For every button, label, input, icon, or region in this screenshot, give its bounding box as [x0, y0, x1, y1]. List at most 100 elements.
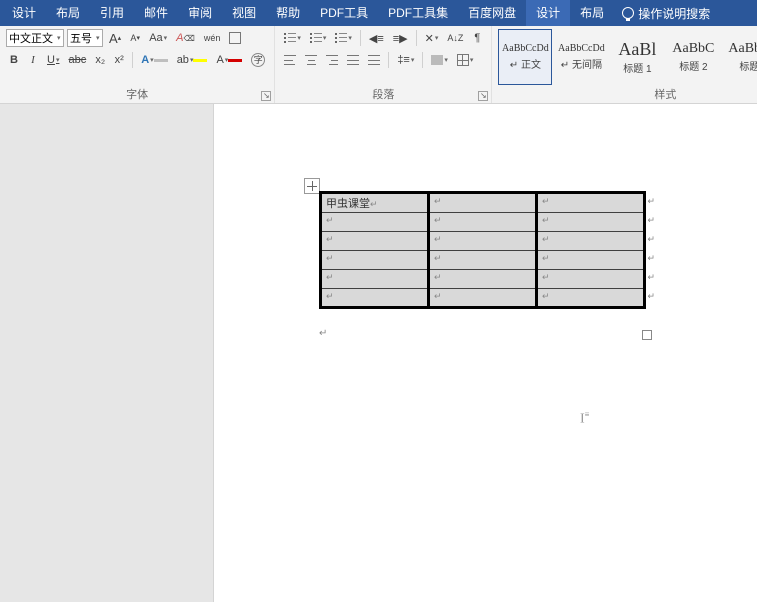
multilevel-button[interactable]: ▾ [332, 29, 355, 47]
strike-button[interactable]: abc [65, 51, 89, 69]
underline-button[interactable]: U▾ [44, 51, 62, 69]
table-cell[interactable]: 甲虫课堂↵ [321, 193, 429, 213]
clear-format-button[interactable]: A⌫ [173, 29, 198, 47]
style-label: 标题 2 [679, 58, 707, 73]
grow-font-button[interactable]: A▴ [106, 29, 124, 47]
pilcrow-icon: ¶ [474, 32, 480, 44]
phonetic-button[interactable]: wén [201, 29, 224, 47]
table-move-handle[interactable] [304, 178, 320, 194]
numbering-icon [310, 33, 322, 43]
table-cell[interactable]: ↵↵ [537, 213, 645, 232]
change-case-button[interactable]: Aa▾ [146, 29, 170, 47]
document-table[interactable]: 甲虫课堂↵↵↵↵↵↵↵↵↵↵↵↵↵↵↵↵↵↵↵↵↵↵↵↵ [319, 191, 646, 309]
style-item-1[interactable]: AaBbCcDd↵ 无间隔 [554, 29, 608, 85]
show-marks-button[interactable]: ¶ [469, 29, 485, 47]
table-cell[interactable]: ↵↵ [537, 270, 645, 289]
styles-gallery[interactable]: AaBbCcDd↵ 正文AaBbCcDd↵ 无间隔AaBl标题 1AaBbC标题… [498, 29, 757, 85]
table-cell[interactable]: ↵↵ [537, 232, 645, 251]
tab-pdftoolset[interactable]: PDF工具集 [378, 0, 458, 26]
table-row[interactable]: ↵↵↵↵ [321, 213, 645, 232]
tell-me-search[interactable]: 操作说明搜索 [614, 5, 718, 22]
table-cell[interactable]: ↵ [429, 232, 537, 251]
borders-icon [457, 54, 469, 66]
highlight-button[interactable]: ab▾ [174, 51, 211, 69]
cell-end-mark: ↵ [542, 215, 550, 225]
table-cell[interactable]: ↵↵ [537, 193, 645, 213]
tab-view[interactable]: 视图 [222, 0, 266, 26]
table-cell[interactable]: ↵ [429, 289, 537, 308]
align-left-button[interactable] [281, 51, 299, 69]
table-cell[interactable]: ↵ [429, 251, 537, 270]
table-row[interactable]: ↵↵↵↵ [321, 289, 645, 308]
subscript-button[interactable]: x₂ [92, 51, 108, 69]
table-cell[interactable]: ↵ [429, 270, 537, 289]
tab-help[interactable]: 帮助 [266, 0, 310, 26]
table-row[interactable]: ↵↵↵↵ [321, 270, 645, 289]
font-color-button[interactable]: A▾ [213, 51, 245, 69]
table-cell[interactable]: ↵ [321, 289, 429, 308]
asian-layout-button[interactable]: ✕▾ [422, 29, 442, 47]
document-area[interactable]: 甲虫课堂↵↵↵↵↵↵↵↵↵↵↵↵↵↵↵↵↵↵↵↵↵↵↵↵ ↵ I≡ [214, 104, 757, 602]
sort-button[interactable]: A↓Z [444, 29, 466, 47]
page[interactable]: 甲虫课堂↵↵↵↵↵↵↵↵↵↵↵↵↵↵↵↵↵↵↵↵↵↵↵↵ ↵ I≡ [222, 118, 742, 588]
font-group-title: 字体 [0, 86, 274, 102]
table-cell[interactable]: ↵ [429, 213, 537, 232]
superscript-button[interactable]: x² [111, 51, 127, 69]
char-border-button[interactable] [226, 29, 244, 47]
paragraph-dialog-launcher[interactable]: ↘ [478, 91, 488, 101]
navigation-pane[interactable] [0, 104, 214, 602]
table-cell[interactable]: ↵ [321, 251, 429, 270]
style-item-2[interactable]: AaBl标题 1 [610, 29, 664, 85]
table-row[interactable]: ↵↵↵↵ [321, 251, 645, 270]
tab-table-design[interactable]: 设计 [526, 0, 570, 26]
align-distribute-button[interactable] [365, 51, 383, 69]
table-row[interactable]: ↵↵↵↵ [321, 232, 645, 251]
cell-end-mark: ↵ [542, 253, 550, 263]
italic-button[interactable]: I [25, 51, 41, 69]
table-cell[interactable]: ↵ [321, 232, 429, 251]
align-right-button[interactable] [323, 51, 341, 69]
table-cell[interactable]: ↵ [321, 270, 429, 289]
outdent-button[interactable]: ◀≡ [366, 29, 387, 47]
shading-button[interactable]: ▾ [428, 51, 451, 69]
table-resize-handle[interactable] [642, 330, 652, 340]
text-effects-button[interactable]: A▾ [138, 51, 170, 69]
table-cell[interactable]: ↵↵ [537, 289, 645, 308]
style-preview: AaBbC [728, 42, 757, 56]
tab-design[interactable]: 设计 [2, 0, 46, 26]
tab-layout[interactable]: 布局 [46, 0, 90, 26]
tab-table-layout[interactable]: 布局 [570, 0, 614, 26]
style-label: ↵ 正文 [510, 56, 541, 71]
indent-button[interactable]: ≡▶ [390, 29, 411, 47]
indent-icon: ≡▶ [393, 32, 408, 45]
cell-text: 甲虫课堂 [326, 198, 370, 210]
table-cell[interactable]: ↵ [321, 213, 429, 232]
tab-mail[interactable]: 邮件 [134, 0, 178, 26]
align-distribute-icon [368, 55, 380, 65]
tab-pdftool[interactable]: PDF工具 [310, 0, 378, 26]
table-cell[interactable]: ↵↵ [537, 251, 645, 270]
table-cell[interactable]: ↵ [429, 193, 537, 213]
table-row[interactable]: 甲虫课堂↵↵↵↵ [321, 193, 645, 213]
shrink-font-button[interactable]: A▾ [127, 29, 143, 47]
style-item-4[interactable]: AaBbC标题 [722, 29, 757, 85]
style-item-0[interactable]: AaBbCcDd↵ 正文 [498, 29, 552, 85]
paragraph-mark: ↵ [319, 328, 327, 339]
bullets-button[interactable]: ▾ [281, 29, 304, 47]
align-justify-button[interactable] [344, 51, 362, 69]
font-size-combo[interactable]: 五号▾ [67, 29, 103, 47]
tab-baidu[interactable]: 百度网盘 [458, 0, 526, 26]
bold-button[interactable]: B [6, 51, 22, 69]
borders-button[interactable]: ▾ [454, 51, 477, 69]
line-spacing-button[interactable]: ‡≡▾ [394, 51, 417, 69]
styles-group: AaBbCcDd↵ 正文AaBbCcDd↵ 无间隔AaBl标题 1AaBbC标题… [492, 26, 757, 103]
align-center-icon [305, 55, 317, 65]
align-center-button[interactable] [302, 51, 320, 69]
font-dialog-launcher[interactable]: ↘ [261, 91, 271, 101]
tab-references[interactable]: 引用 [90, 0, 134, 26]
tab-review[interactable]: 审阅 [178, 0, 222, 26]
font-name-combo[interactable]: 中文正文▾ [6, 29, 64, 47]
style-item-3[interactable]: AaBbC标题 2 [666, 29, 720, 85]
numbering-button[interactable]: ▾ [307, 29, 330, 47]
enclose-char-button[interactable]: 字 [248, 51, 268, 69]
